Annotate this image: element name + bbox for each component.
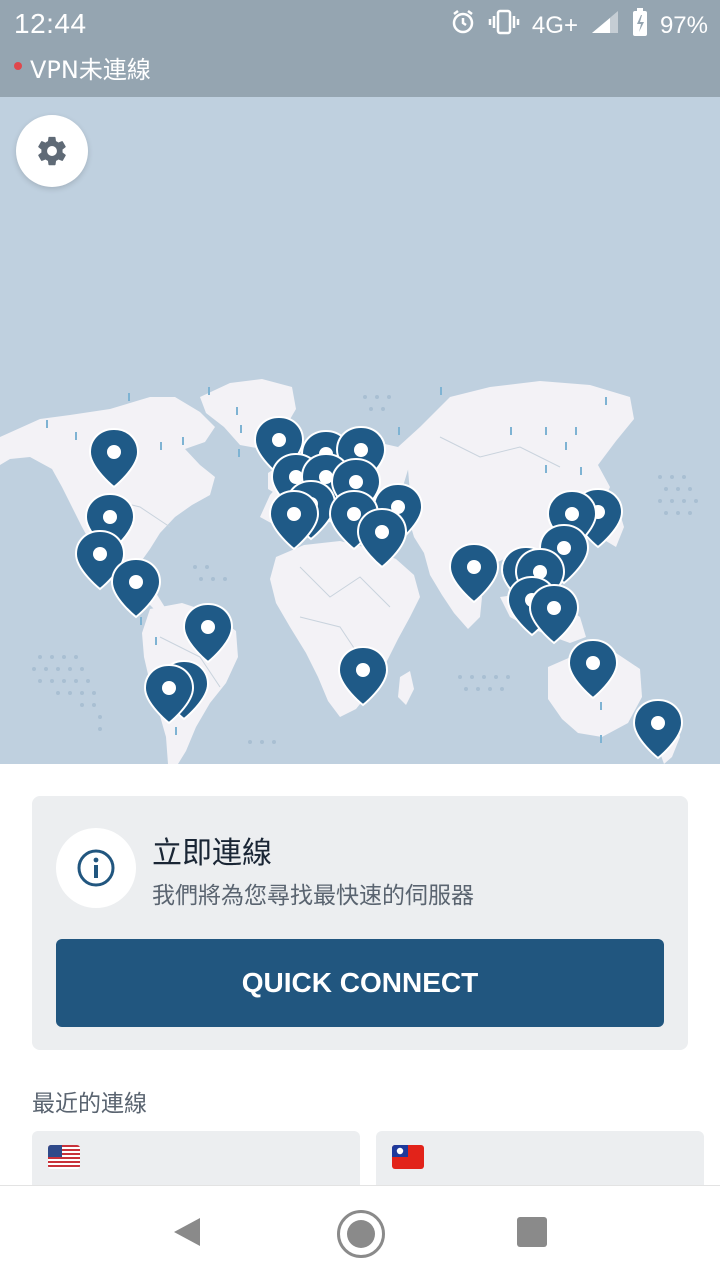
quick-connect-subtitle: 我們將為您尋找最快速的伺服器: [152, 883, 474, 909]
signal-icon: [590, 9, 620, 42]
back-icon[interactable]: [172, 1216, 202, 1248]
server-pin[interactable]: [632, 698, 684, 760]
vpn-status: VPN未連線: [14, 50, 151, 85]
alarm-icon: [450, 9, 476, 42]
gear-icon: [38, 136, 66, 166]
system-icons: 4G+ 97%: [450, 8, 708, 43]
home-icon[interactable]: [337, 1210, 385, 1258]
server-pin[interactable]: [567, 638, 619, 700]
network-type: 4G+: [531, 11, 578, 39]
battery-icon: [632, 8, 648, 43]
server-pin[interactable]: [337, 645, 389, 707]
server-pin[interactable]: [268, 489, 320, 551]
server-map[interactable]: [0, 97, 720, 764]
info-badge: [56, 828, 136, 908]
recent-connection-tw[interactable]: [376, 1131, 704, 1191]
server-pin[interactable]: [143, 663, 195, 725]
battery-level: 97%: [659, 11, 708, 39]
connect-panel: 立即連線 我們將為您尋找最快速的伺服器 QUICK CONNECT 最近的連線: [0, 764, 720, 1191]
quick-connect-title: 立即連線: [152, 836, 272, 871]
vpn-status-dot: [14, 61, 22, 70]
server-pin[interactable]: [182, 602, 234, 664]
clock: 12:44: [14, 8, 87, 39]
recent-connections-label: 最近的連線: [32, 1091, 147, 1117]
server-pin[interactable]: [448, 542, 500, 604]
quick-connect-button[interactable]: QUICK CONNECT: [56, 939, 664, 1027]
server-pin[interactable]: [356, 507, 408, 569]
us-flag-icon: [48, 1145, 80, 1169]
recent-connection-us[interactable]: [32, 1131, 360, 1191]
vibrate-icon: [488, 9, 520, 42]
tw-flag-icon: [392, 1145, 424, 1169]
settings-button[interactable]: [16, 115, 88, 187]
quick-connect-card: 立即連線 我們將為您尋找最快速的伺服器 QUICK CONNECT: [32, 796, 688, 1050]
navigation-bar: [0, 1185, 720, 1281]
server-pin[interactable]: [528, 583, 580, 645]
info-icon: [77, 849, 115, 887]
status-bar: 12:44 VPN未連線 4G+ 97%: [0, 0, 720, 97]
vpn-status-label: VPN未連線: [30, 56, 151, 84]
server-pin[interactable]: [110, 557, 162, 619]
server-pin[interactable]: [88, 427, 140, 489]
recents-icon[interactable]: [517, 1217, 547, 1247]
